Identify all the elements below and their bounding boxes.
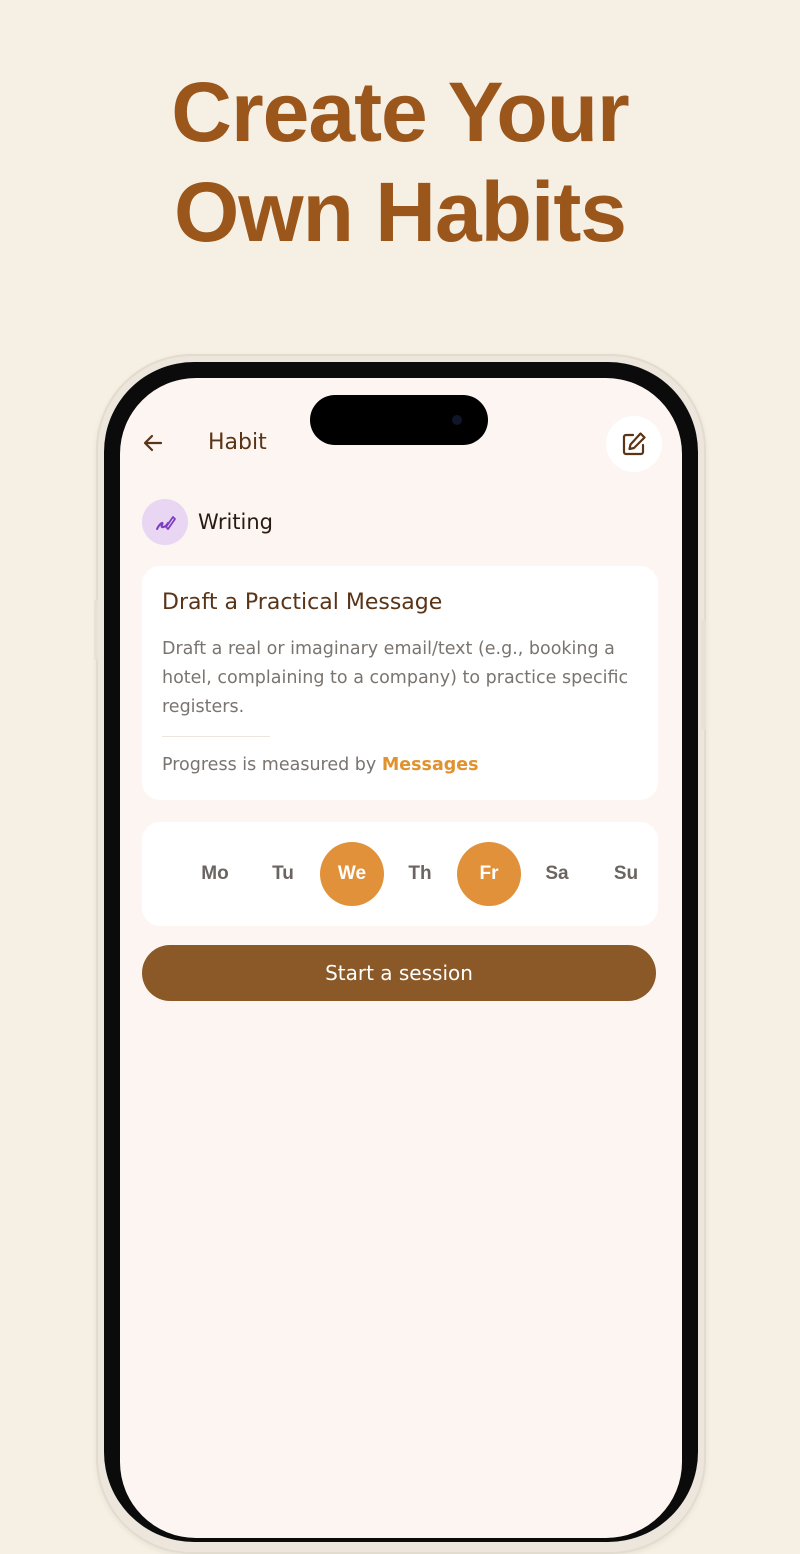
page-title: Habit <box>208 430 267 455</box>
edit-habit-button[interactable] <box>606 416 662 472</box>
progress-measure: Progress is measured by Messages <box>162 755 638 775</box>
phone-volume-button <box>94 600 98 660</box>
day-selector: Mo Tu We Th Fr Sa Su <box>142 822 658 926</box>
phone-side-button <box>701 620 706 730</box>
day-friday[interactable]: Fr <box>457 842 521 906</box>
phone-screen: Habit Writing Draft a Practical Message … <box>120 378 682 1538</box>
pen-writing-icon <box>142 499 188 545</box>
front-camera <box>452 415 462 425</box>
progress-prefix: Progress is measured by <box>162 755 377 775</box>
progress-metric: Messages <box>381 755 479 775</box>
day-tuesday[interactable]: Tu <box>251 842 315 906</box>
dynamic-island <box>310 395 488 445</box>
headline-line-1: Create Your <box>171 65 629 159</box>
day-sunday[interactable]: Su <box>594 842 658 906</box>
day-monday[interactable]: Mo <box>183 842 247 906</box>
start-session-button[interactable]: Start a session <box>142 945 656 1001</box>
day-thursday[interactable]: Th <box>388 842 452 906</box>
habit-card: Draft a Practical Message Draft a real o… <box>142 566 658 800</box>
day-saturday[interactable]: Sa <box>525 842 589 906</box>
habit-description: Draft a real or imaginary email/text (e.… <box>162 639 629 717</box>
headline-line-2: Own Habits <box>173 165 627 259</box>
card-divider <box>162 736 270 737</box>
edit-icon <box>622 432 646 456</box>
arrow-left-icon <box>143 434 163 452</box>
back-button[interactable] <box>138 428 168 458</box>
habit-category: Writing <box>142 499 273 545</box>
habit-title: Draft a Practical Message <box>162 590 443 615</box>
marketing-headline: Create Your Own Habits <box>0 62 800 262</box>
category-label: Writing <box>198 510 273 534</box>
day-wednesday[interactable]: We <box>320 842 384 906</box>
